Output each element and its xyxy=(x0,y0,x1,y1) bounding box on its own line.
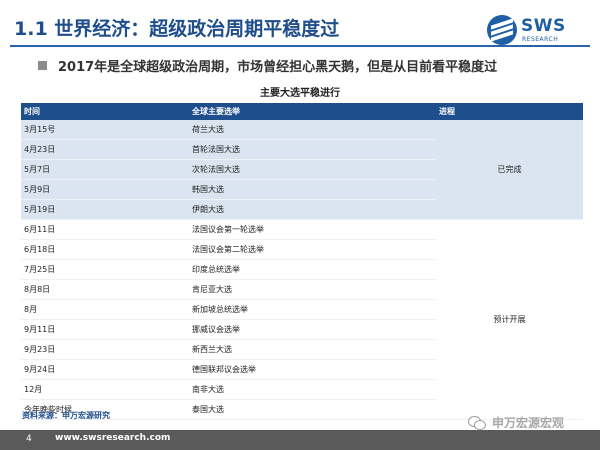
row-date: 5月7日 xyxy=(21,159,189,180)
row-date: 4月23日 xyxy=(21,139,189,160)
row-date: 6月18日 xyxy=(21,239,189,260)
row-election: 南非大选 xyxy=(189,379,436,400)
status-done: 已完成 xyxy=(436,120,583,220)
row-election: 次轮法国大选 xyxy=(189,159,436,180)
row-election: 印度总统选举 xyxy=(189,259,436,280)
election-table: 时间 全球主要选举 进程 3月15号 荷兰大选 已完成 4月23日 首轮法国大选… xyxy=(21,103,583,420)
row-date: 5月19日 xyxy=(21,199,189,220)
row-date: 3月15号 xyxy=(21,120,189,140)
row-date: 12月 xyxy=(21,379,189,400)
row-date: 9月11日 xyxy=(21,319,189,340)
row-election: 荷兰大选 xyxy=(189,120,436,140)
page-number: 4 xyxy=(26,434,32,444)
table-row: 3月15号 荷兰大选 已完成 xyxy=(21,120,583,220)
column-header-election: 全球主要选举 xyxy=(189,103,436,120)
row-election: 伊朗大选 xyxy=(189,199,436,220)
column-header-date: 时间 xyxy=(21,103,189,120)
footer-url[interactable]: www.swsresearch.com xyxy=(55,433,170,443)
slide-subtitle: 2017年是全球超级政治周期，市场曾经担心黑天鹅，但是从目前看平稳度过 xyxy=(58,60,498,75)
sws-logo-mark-icon xyxy=(487,15,517,45)
wechat-watermark: 申万宏源宏观 xyxy=(468,412,564,432)
row-election: 首轮法国大选 xyxy=(189,139,436,160)
logo-name: SWS xyxy=(521,16,566,36)
row-date: 8月 xyxy=(21,299,189,320)
watermark-text: 申万宏源宏观 xyxy=(492,415,565,430)
row-election: 挪威议会选举 xyxy=(189,319,436,340)
row-date: 6月11日 xyxy=(21,219,189,240)
source-note: 资料来源：申万宏源研究 xyxy=(22,411,110,420)
table-row: 6月11日 法国议会第一轮选举 预计开展 xyxy=(21,219,583,420)
row-date: 8月8日 xyxy=(21,279,189,300)
wechat-icon xyxy=(468,415,486,430)
column-header-progress: 进程 xyxy=(436,103,583,120)
bullet-square-icon xyxy=(38,61,47,70)
table-header-row: 时间 全球主要选举 进程 xyxy=(21,103,583,120)
row-election: 肯尼亚大选 xyxy=(189,279,436,300)
table-title: 主要大选平稳进行 xyxy=(260,88,340,99)
status-expected: 预计开展 xyxy=(436,219,583,420)
logo-sub: RESEARCH xyxy=(522,36,559,43)
row-election: 法国议会第二轮选举 xyxy=(189,239,436,260)
row-election: 新加坡总统选举 xyxy=(189,299,436,320)
row-election: 泰国大选 xyxy=(189,399,436,420)
row-election: 新西兰大选 xyxy=(189,339,436,360)
page-title: 1.1 世界经济：超级政治周期平稳度过 xyxy=(14,18,340,40)
row-election: 德国联邦议会选举 xyxy=(189,359,436,380)
row-date: 9月24日 xyxy=(21,359,189,380)
row-election: 韩国大选 xyxy=(189,179,436,200)
row-date: 7月25日 xyxy=(21,259,189,280)
row-election: 法国议会第一轮选举 xyxy=(189,219,436,240)
row-date: 5月9日 xyxy=(21,179,189,200)
sws-logo: SWS RESEARCH xyxy=(487,15,583,47)
row-date: 9月23日 xyxy=(21,339,189,360)
